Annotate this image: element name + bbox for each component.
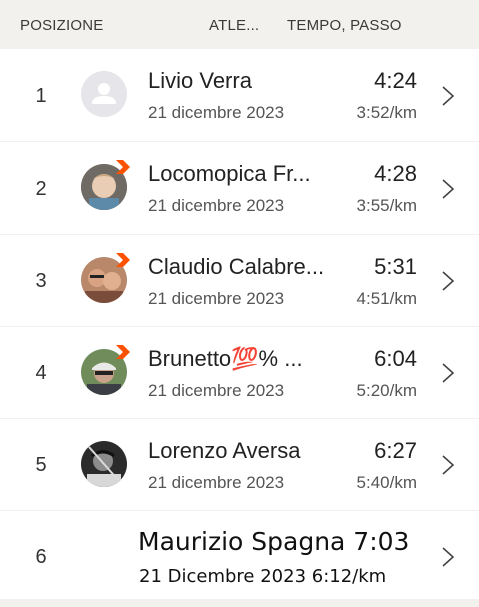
segment-time: 6:04 [374, 346, 417, 371]
athlete-name[interactable]: Lorenzo Aversa [148, 438, 300, 464]
activity-date: 21 dicembre 2023 [148, 289, 285, 308]
pace-value: 5:40/km [356, 473, 417, 492]
leaderboard-row[interactable]: 4 Brunetto💯% ... 6:04 21 dicembre 2023 5… [0, 327, 479, 418]
chevron-right-icon[interactable] [440, 270, 456, 292]
activity-date: 21 dicembre 2023 [148, 103, 285, 122]
activity-date: 21 dicembre 2023 [148, 381, 285, 400]
segment-time: 4:24 [374, 68, 417, 93]
chevron-right-icon[interactable] [440, 362, 456, 384]
avatar [81, 441, 129, 489]
activity-date-pace: 21 Dicembre 2023 6:12/km [139, 566, 387, 587]
activity-date: 21 dicembre 2023 [148, 196, 285, 215]
time-pace-column-header[interactable]: TEMPO, PASSO [287, 17, 402, 34]
activity-date: 21 dicembre 2023 [148, 473, 285, 492]
position-number: 5 [35, 454, 47, 476]
leaderboard-row[interactable]: 6 Maurizio Spagna 7:03 21 Dicembre 2023 … [0, 511, 479, 599]
list-bottom-edge [0, 599, 479, 607]
position-number: 4 [35, 362, 47, 384]
pace-value: 4:51/km [356, 289, 417, 308]
leaderboard-row[interactable]: 2 Locomopica Fr... 4:28 21 dicembre 2023… [0, 142, 479, 234]
chevron-right-icon[interactable] [440, 85, 456, 107]
pace-value: 5:20/km [356, 381, 417, 400]
leaderboard-row[interactable]: 1 Livio Verra 4:24 21 dicembre 2023 3:52… [0, 49, 479, 141]
default-person-icon [81, 71, 127, 117]
subscriber-badge-icon [116, 253, 130, 267]
chevron-right-icon[interactable] [440, 454, 456, 476]
athlete-column-header[interactable]: ATLE... [209, 17, 259, 34]
leaderboard-row[interactable]: 3 Claudio Calabre... 5:31 21 dicembre 20… [0, 235, 479, 326]
segment-time: 4:28 [374, 161, 417, 186]
avatar [81, 253, 130, 305]
segment-time: 5:31 [374, 254, 417, 279]
segment-time: 6:27 [374, 438, 417, 463]
avatar [81, 345, 130, 397]
subscriber-badge-icon [116, 345, 130, 359]
position-column-header: POSIZIONE [20, 17, 104, 34]
athlete-name-time[interactable]: Maurizio Spagna 7:03 [138, 527, 409, 556]
position-number: 6 [35, 546, 47, 568]
pace-value: 3:52/km [356, 103, 417, 122]
athlete-name[interactable]: Brunetto💯% ... [148, 346, 303, 372]
pace-value: 3:55/km [356, 196, 417, 215]
athlete-name[interactable]: Locomopica Fr... [148, 161, 311, 187]
avatar [81, 71, 129, 119]
athlete-photo [81, 441, 127, 487]
leaderboard-row[interactable]: 5 Lorenzo Aversa 6:27 21 dicembre 2023 5… [0, 419, 479, 510]
athlete-name[interactable]: Claudio Calabre... [148, 254, 324, 280]
position-number: 1 [35, 85, 47, 107]
avatar [81, 160, 130, 212]
athlete-name[interactable]: Livio Verra [148, 68, 252, 94]
chevron-right-icon[interactable] [440, 178, 456, 200]
leaderboard-header: POSIZIONE ATLE... TEMPO, PASSO [0, 0, 479, 49]
subscriber-badge-icon [116, 160, 130, 174]
position-number: 2 [35, 178, 47, 200]
chevron-right-icon[interactable] [440, 546, 456, 568]
position-number: 3 [35, 270, 47, 292]
